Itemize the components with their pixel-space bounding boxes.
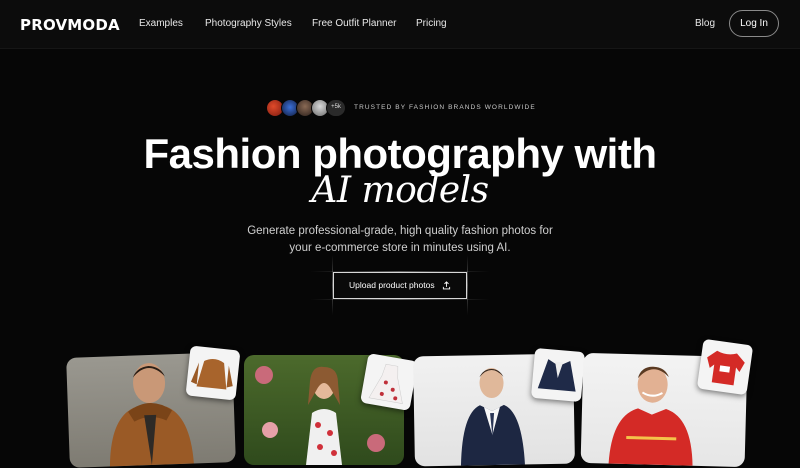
upload-icon bbox=[442, 281, 451, 290]
nav-link-blog[interactable]: Blog bbox=[695, 18, 715, 29]
nav-link-pricing[interactable]: Pricing bbox=[416, 18, 447, 29]
nav-link-examples[interactable]: Examples bbox=[139, 18, 183, 29]
garment-thumbnail bbox=[530, 347, 586, 403]
login-button[interactable]: Log In bbox=[729, 10, 779, 37]
hero-subtitle: Generate professional-grade, high qualit… bbox=[247, 225, 553, 254]
avatar-count-badge: +5k bbox=[326, 99, 346, 117]
upload-button-label: Upload product photos bbox=[349, 280, 435, 290]
nav-link-free-outfit-planner[interactable]: Free Outfit Planner bbox=[312, 18, 396, 29]
garment-thumbnail bbox=[360, 353, 418, 411]
nav-link-photography-styles[interactable]: Photography Styles bbox=[205, 18, 292, 29]
upload-product-photos-button[interactable]: Upload product photos bbox=[333, 272, 467, 299]
garment-thumbnail bbox=[696, 338, 754, 396]
divider bbox=[467, 255, 468, 315]
hero-title-italic: AI models bbox=[311, 170, 489, 211]
divider bbox=[310, 299, 490, 300]
logo[interactable]: PROVMODA bbox=[20, 16, 120, 34]
garment-thumbnail bbox=[185, 345, 241, 401]
trusted-by-label: TRUSTED BY FASHION BRANDS WORLDWIDE bbox=[354, 104, 536, 111]
top-navbar: PROVMODA Examples Photography Styles Fre… bbox=[0, 0, 800, 49]
